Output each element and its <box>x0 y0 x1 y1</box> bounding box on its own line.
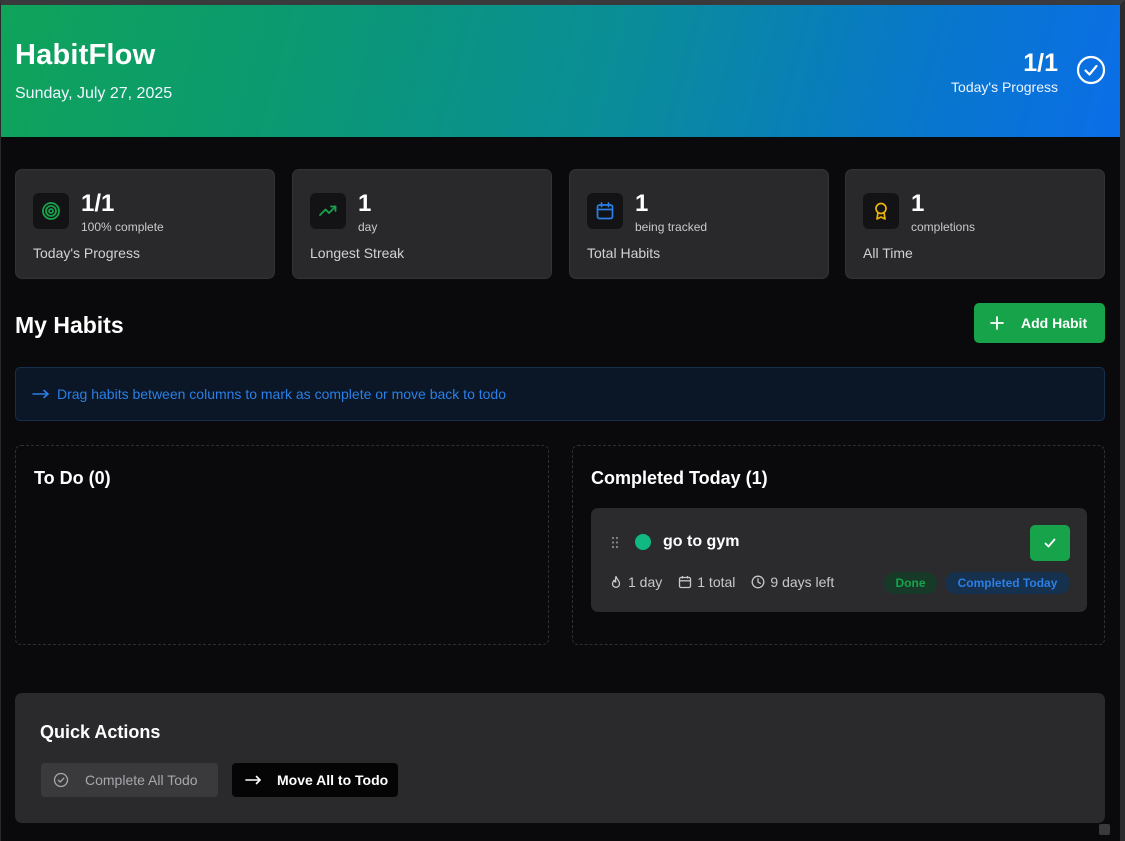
check-circle-icon <box>1076 55 1106 85</box>
target-icon <box>33 193 69 229</box>
flame-icon <box>611 575 621 588</box>
todo-column[interactable]: To Do (0) <box>15 445 549 645</box>
quick-actions-panel: Quick Actions Complete All Todo Move All… <box>15 693 1105 823</box>
habit-card[interactable]: go to gym 1 day 1 total 9 days left Done… <box>591 508 1087 612</box>
todo-column-title: To Do (0) <box>34 468 111 488</box>
award-icon <box>863 193 899 229</box>
completed-column[interactable]: Completed Today (1) go to gym 1 day 1 to… <box>572 445 1105 645</box>
move-all-to-todo-button[interactable]: Move All to Todo <box>232 763 398 797</box>
stat-value: 1 <box>911 190 925 217</box>
stat-card-all-time: 1 completions All Time <box>845 169 1105 279</box>
completed-today-badge: Completed Today <box>945 572 1070 594</box>
drag-hint-text: Drag habits between columns to mark as c… <box>57 386 506 402</box>
plus-icon <box>990 316 1004 330</box>
stats-row: 1/1 100% complete Today's Progress 1 day… <box>15 169 1105 279</box>
app-title: HabitFlow <box>15 39 156 71</box>
habit-meta: 1 day 1 total 9 days left <box>609 574 850 590</box>
uncomplete-habit-button[interactable] <box>1030 525 1070 561</box>
header-progress-label: Today's Progress <box>951 79 1058 95</box>
clock-icon <box>751 575 765 589</box>
done-badge: Done <box>884 572 937 594</box>
stat-subtext: day <box>358 220 378 234</box>
stat-subtext: 100% complete <box>81 220 164 234</box>
habit-days-left: 9 days left <box>751 574 834 590</box>
habit-color-dot <box>635 534 651 550</box>
stat-label: Today's Progress <box>33 245 140 261</box>
arrow-right-icon <box>32 389 49 399</box>
stat-value: 1/1 <box>81 190 115 217</box>
calendar-icon <box>679 576 692 589</box>
stat-card-total-habits: 1 being tracked Total Habits <box>569 169 829 279</box>
stat-label: Longest Streak <box>310 245 405 261</box>
app-window: HabitFlow Sunday, July 27, 2025 1/1 Toda… <box>0 0 1125 841</box>
current-date: Sunday, July 27, 2025 <box>15 85 173 102</box>
habit-streak-text: 1 day <box>628 574 663 590</box>
habit-days-left-text: 9 days left <box>770 574 835 590</box>
completed-column-title: Completed Today (1) <box>591 468 768 488</box>
calendar-icon <box>587 193 623 229</box>
stat-subtext: completions <box>911 220 976 234</box>
check-icon <box>1044 538 1056 548</box>
header-progress: 1/1 Today's Progress <box>951 49 1058 95</box>
resize-grip[interactable] <box>1099 824 1110 835</box>
my-habits-title: My Habits <box>15 312 124 338</box>
arrow-right-icon <box>245 775 261 785</box>
habit-total: 1 total <box>678 574 735 590</box>
habit-streak: 1 day <box>609 574 662 590</box>
stat-label: All Time <box>863 245 913 261</box>
stat-value: 1 <box>635 190 649 217</box>
stat-card-longest-streak: 1 day Longest Streak <box>292 169 552 279</box>
drag-handle-icon[interactable] <box>611 536 619 549</box>
habit-total-text: 1 total <box>697 574 736 590</box>
stat-subtext: being tracked <box>635 220 708 234</box>
complete-all-todo-button[interactable]: Complete All Todo <box>41 763 218 797</box>
complete-all-todo-label: Complete All Todo <box>85 772 198 788</box>
stat-label: Total Habits <box>587 245 661 261</box>
drag-hint-banner: Drag habits between columns to mark as c… <box>15 367 1105 421</box>
add-habit-button[interactable]: Add Habit <box>974 303 1105 343</box>
move-all-to-todo-label: Move All to Todo <box>277 772 389 788</box>
habit-name: go to gym <box>663 533 740 550</box>
check-circle-icon <box>53 772 69 788</box>
stat-card-today-progress: 1/1 100% complete Today's Progress <box>15 169 275 279</box>
header-progress-value: 1/1 <box>1023 49 1058 77</box>
stat-value: 1 <box>358 190 372 217</box>
trending-up-icon <box>310 193 346 229</box>
app-header: HabitFlow Sunday, July 27, 2025 1/1 Toda… <box>1 5 1120 137</box>
quick-actions-title: Quick Actions <box>40 722 161 742</box>
add-habit-label: Add Habit <box>1021 315 1088 331</box>
